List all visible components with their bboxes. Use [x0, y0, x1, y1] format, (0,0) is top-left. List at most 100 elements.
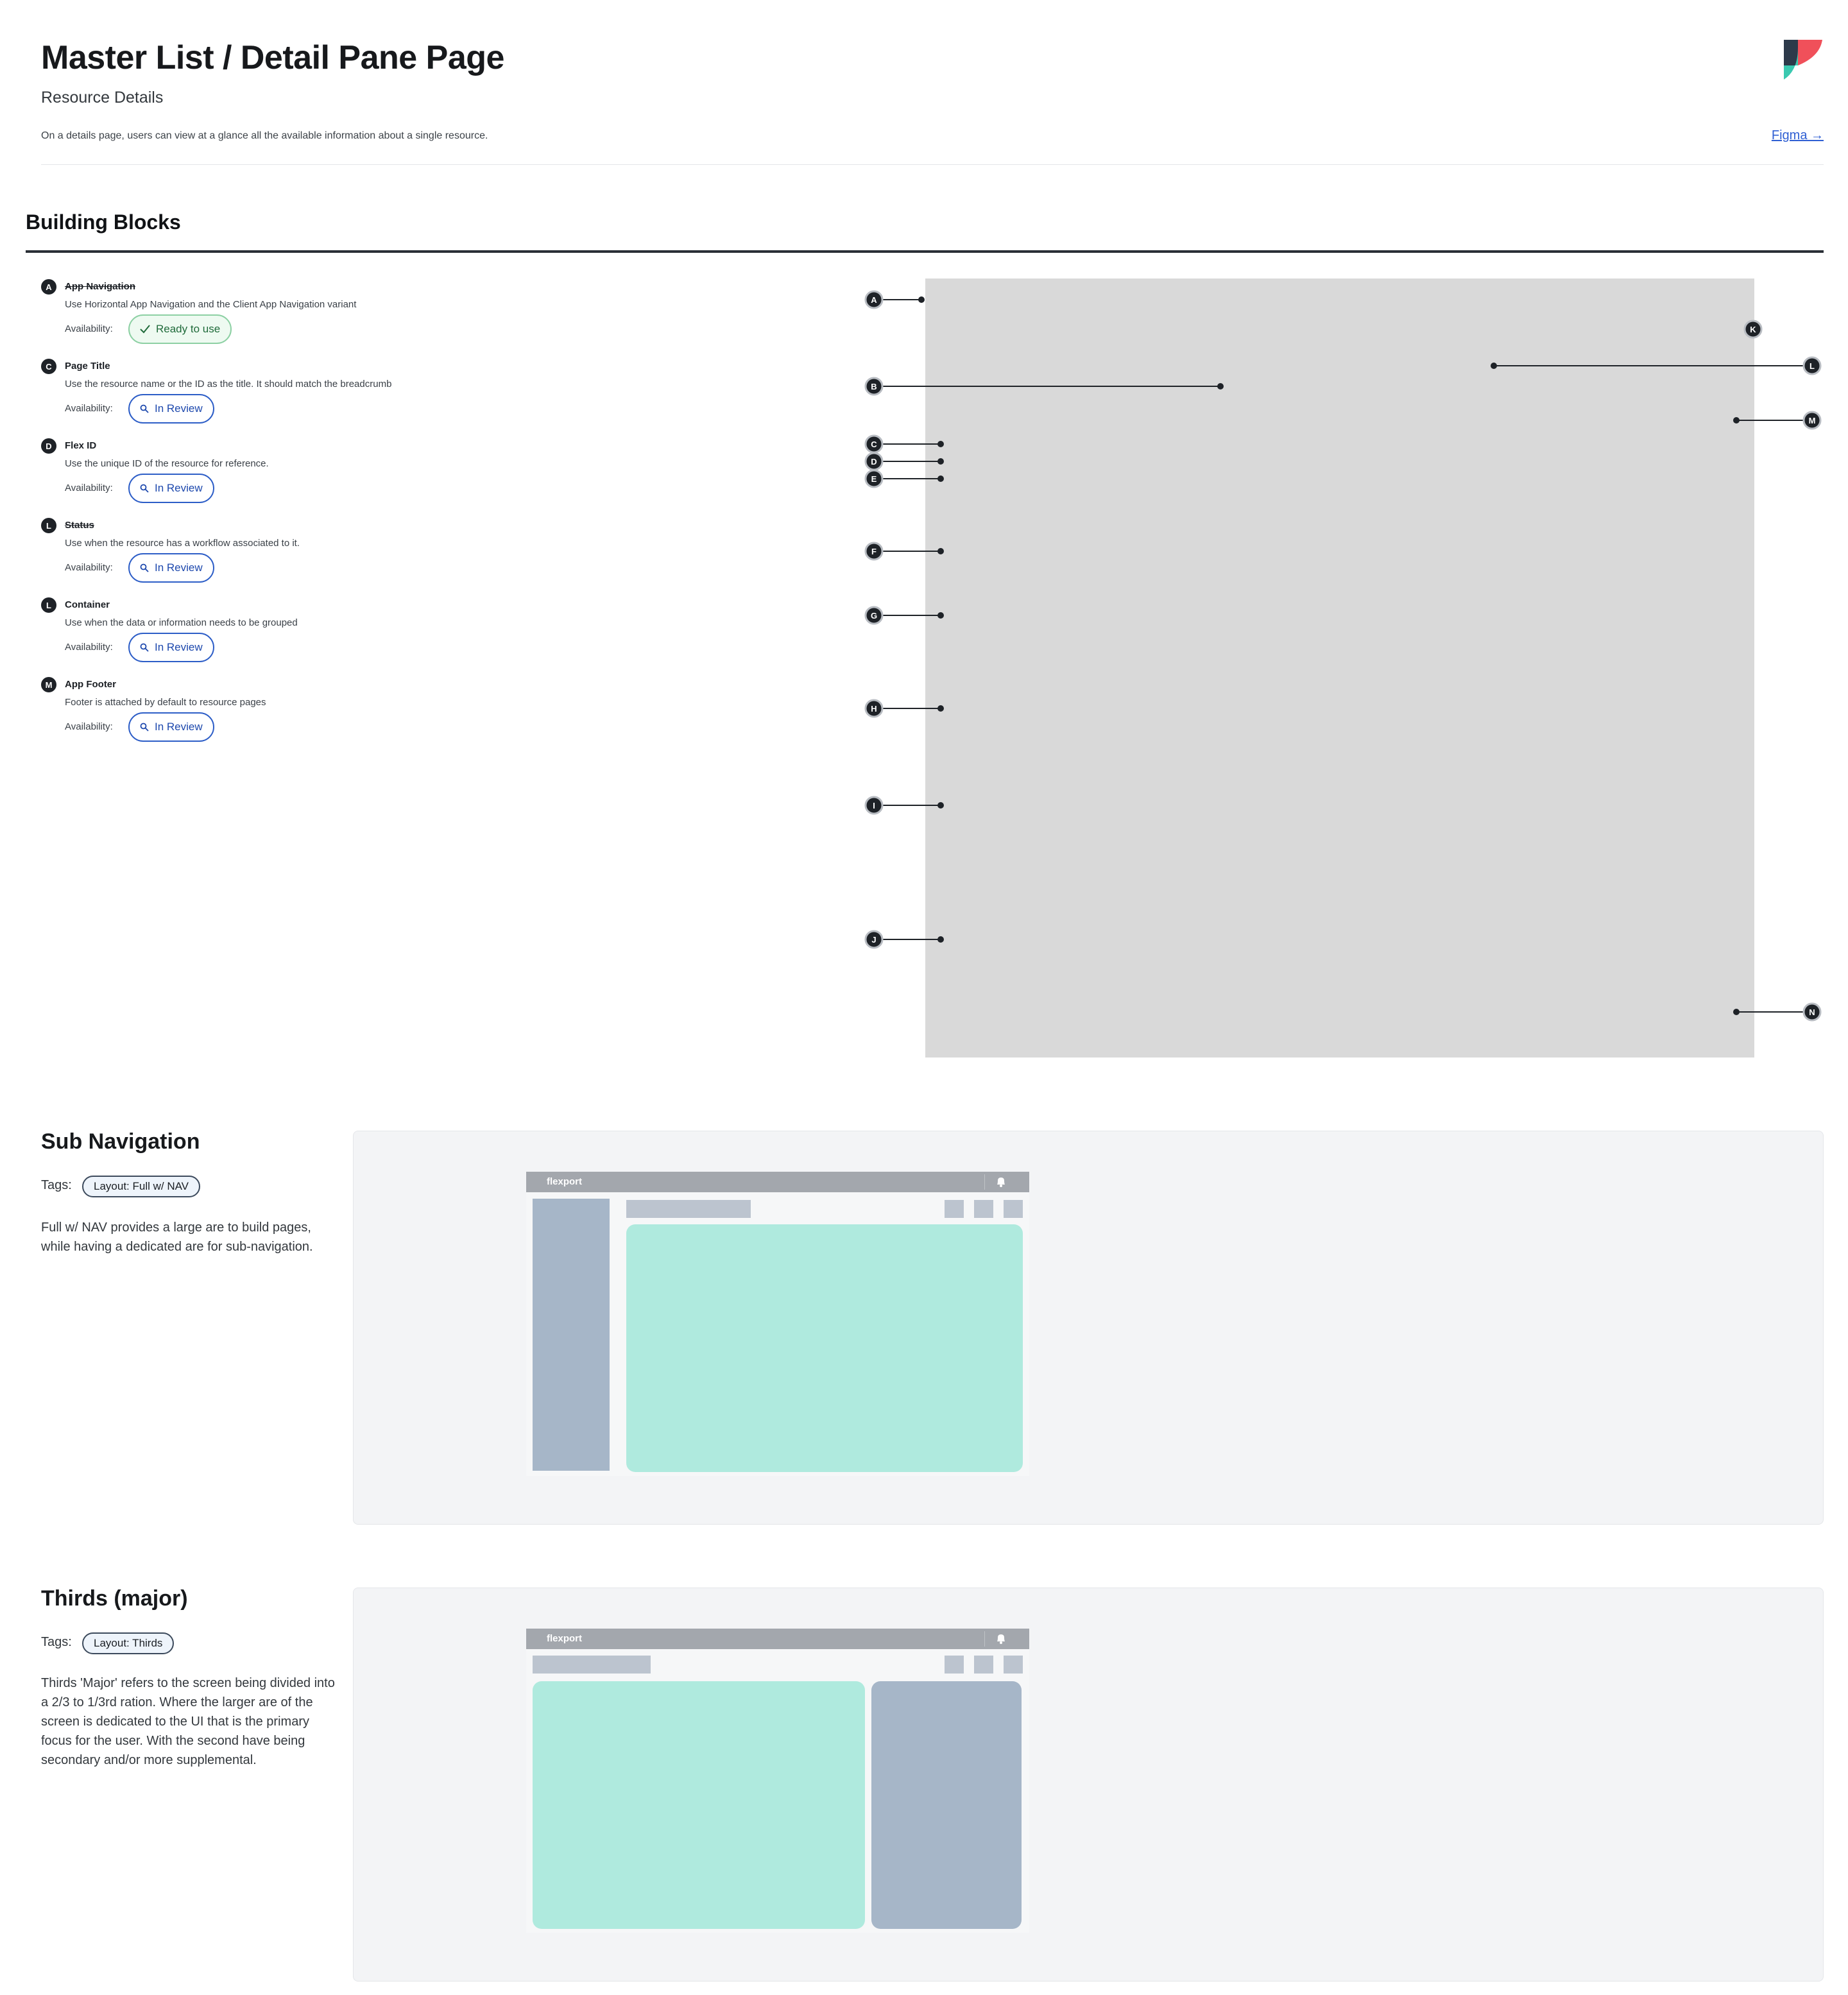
- checkmark-icon: [140, 325, 150, 334]
- search-icon: [140, 563, 149, 572]
- status-badge-label: In Review: [155, 561, 203, 574]
- mock-brand-label: flexport: [547, 1176, 583, 1187]
- section-description: Thirds 'Major' refers to the screen bein…: [41, 1676, 335, 1767]
- marker-letter: I: [873, 801, 875, 810]
- tags-label: Tags:: [41, 1635, 72, 1649]
- block-description: Use when the resource has a workflow ass…: [65, 538, 300, 549]
- status-badge-in-review[interactable]: In Review: [128, 474, 214, 503]
- block-name: Container: [65, 599, 110, 610]
- mock-sub-nav-panel: [533, 1199, 610, 1471]
- marker-letter: G: [871, 611, 877, 621]
- marker-letter: A: [871, 295, 877, 305]
- flexport-logo-icon: [1784, 40, 1822, 80]
- section-title-sub-navigation: Sub Navigation: [41, 1129, 200, 1154]
- marker-letter: F: [871, 547, 877, 556]
- block-letter-badge: L: [41, 597, 56, 613]
- tag-layout[interactable]: Layout: Full w/ NAV: [82, 1176, 201, 1197]
- marker-badge: [864, 930, 884, 949]
- page-description: On a details page, users can view at a g…: [41, 130, 488, 141]
- search-icon: [140, 643, 149, 652]
- block-letter-badge: C: [41, 359, 56, 374]
- marker-badge: [1802, 411, 1822, 430]
- mock-page-title-block: [533, 1656, 651, 1674]
- block-name: App Navigation: [65, 281, 136, 292]
- mock-action-block: [945, 1656, 964, 1674]
- sub-navigation-mockup: flexport: [526, 1172, 1029, 1476]
- mock-action-block: [1004, 1200, 1023, 1218]
- block-description: Use Horizontal App Navigation and the Cl…: [65, 299, 357, 310]
- availability-label: Availability:: [65, 403, 113, 414]
- status-badge-in-review[interactable]: In Review: [128, 394, 214, 424]
- mock-bar-divider: [984, 1174, 985, 1190]
- mock-app-bar: flexport: [526, 1629, 1029, 1649]
- availability-label: Availability:: [65, 721, 113, 732]
- marker-letter: L: [1810, 361, 1815, 371]
- building-blocks-divider: [26, 250, 1824, 253]
- building-blocks-list: A App Navigation Use Horizontal App Navi…: [41, 277, 747, 755]
- marker-badge: [864, 434, 884, 454]
- mock-action-block: [974, 1200, 993, 1218]
- thirds-mockup: flexport: [526, 1629, 1029, 1933]
- block-description: Footer is attached by default to resourc…: [65, 697, 266, 708]
- block-page-title: C Page Title Use the resource name or th…: [41, 357, 747, 436]
- block-description: Use the unique ID of the resource for re…: [65, 458, 269, 469]
- block-description: Use the resource name or the ID as the t…: [65, 379, 392, 390]
- marker-letter: D: [871, 457, 877, 467]
- status-badge-in-review[interactable]: In Review: [128, 633, 214, 662]
- status-badge-in-review[interactable]: In Review: [128, 712, 214, 742]
- block-letter-badge: A: [41, 279, 56, 295]
- marker-anchor-dot: [918, 296, 925, 303]
- marker-letter: J: [871, 935, 876, 945]
- mock-app-bar: flexport: [526, 1172, 1029, 1192]
- status-badge-label: In Review: [155, 482, 203, 494]
- status-badge-ready[interactable]: Ready to use: [128, 314, 232, 344]
- search-icon: [140, 484, 149, 493]
- marker-badge: [864, 699, 884, 718]
- block-flex-id: D Flex ID Use the unique ID of the resou…: [41, 436, 747, 516]
- availability-label: Availability:: [65, 483, 113, 493]
- status-badge-label: In Review: [155, 402, 203, 415]
- status-badge-label: Ready to use: [156, 323, 221, 335]
- block-letter-badge: M: [41, 677, 56, 692]
- block-description: Use when the data or information needs t…: [65, 617, 298, 628]
- marker-letter: N: [1809, 1007, 1815, 1017]
- tags-label: Tags:: [41, 1178, 72, 1192]
- section-title-thirds-major: Thirds (major): [41, 1586, 188, 1611]
- availability-label: Availability:: [65, 562, 113, 573]
- marker-a: A: [864, 290, 925, 309]
- figma-link[interactable]: Figma →: [1772, 128, 1824, 143]
- block-app-footer: M App Footer Footer is attached by defau…: [41, 675, 747, 755]
- status-badge-label: In Review: [155, 641, 203, 653]
- marker-letter: C: [871, 440, 877, 449]
- marker-letter: M: [1809, 416, 1816, 425]
- marker-badge: [864, 542, 884, 561]
- marker-letter: E: [871, 474, 877, 484]
- tag-layout[interactable]: Layout: Thirds: [82, 1632, 175, 1654]
- mock-action-block: [1004, 1656, 1023, 1674]
- mock-action-block: [974, 1656, 993, 1674]
- bell-icon: [997, 1634, 1005, 1644]
- page-subtitle: Resource Details: [41, 89, 164, 107]
- marker-badge: [864, 290, 884, 309]
- mock-minor-panel: [871, 1681, 1022, 1929]
- marker-letter: B: [871, 382, 877, 391]
- mock-action-block: [945, 1200, 964, 1218]
- block-name: Page Title: [65, 361, 110, 372]
- marker-badge: [864, 796, 884, 815]
- block-app-navigation: A App Navigation Use Horizontal App Navi…: [41, 277, 747, 357]
- block-container: L Container Use when the data or informa…: [41, 595, 747, 675]
- building-blocks-title: Building Blocks: [26, 210, 181, 234]
- availability-label: Availability:: [65, 642, 113, 653]
- search-icon: [140, 404, 149, 413]
- status-badge-label: In Review: [155, 721, 203, 733]
- page-title: Master List / Detail Pane Page: [41, 39, 504, 76]
- marker-badge: [864, 452, 884, 471]
- status-badge-in-review[interactable]: In Review: [128, 553, 214, 583]
- block-letter-badge: D: [41, 438, 56, 454]
- marker-letter: H: [871, 704, 877, 714]
- availability-label: Availability:: [65, 323, 113, 334]
- block-name: App Footer: [65, 679, 116, 690]
- layout-diagram-placeholder: [925, 278, 1754, 1057]
- mock-main-content: [626, 1224, 1023, 1472]
- header-divider: [41, 164, 1824, 165]
